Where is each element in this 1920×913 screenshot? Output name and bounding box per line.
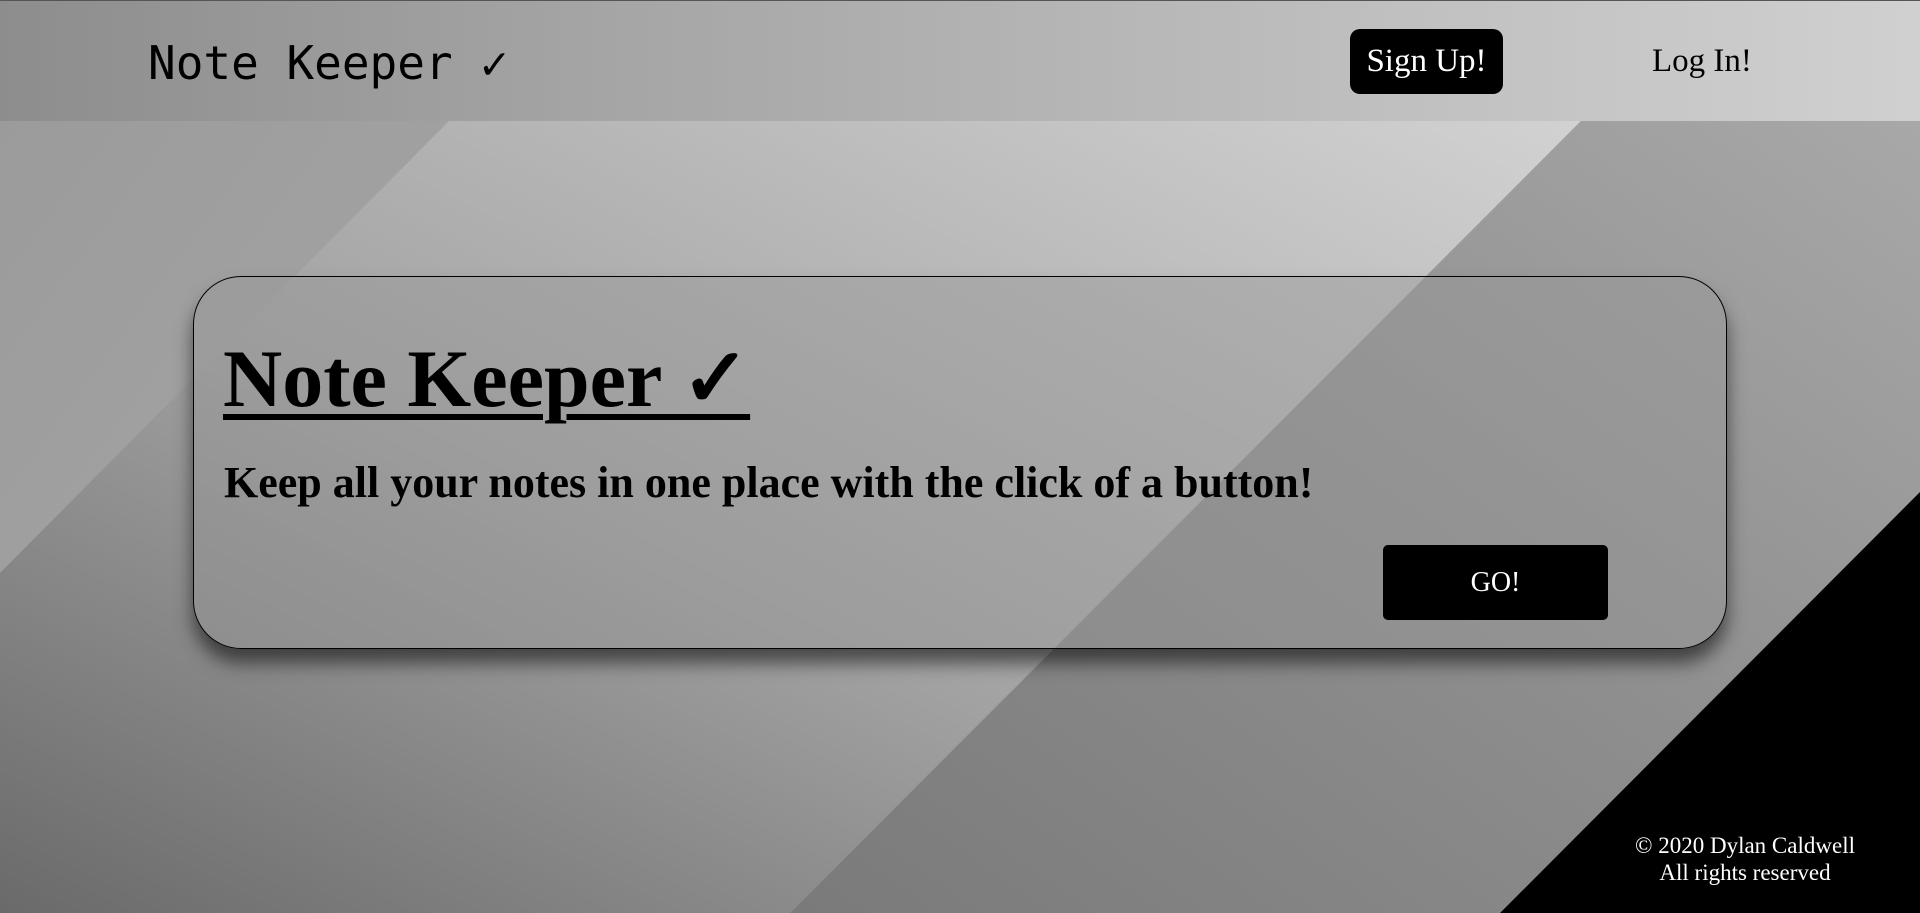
footer-rights: All rights reserved (1659, 860, 1831, 885)
hero-title: Note Keeper ✓ (223, 333, 751, 424)
go-button[interactable]: GO! (1383, 545, 1608, 620)
navbar: Note Keeper ✓ Sign Up! Log In! (0, 0, 1920, 121)
signup-button[interactable]: Sign Up! (1350, 29, 1503, 94)
hero-card: Note Keeper ✓ Keep all your notes in one… (193, 276, 1727, 649)
brand-logo[interactable]: Note Keeper ✓ (148, 33, 508, 93)
hero-subtitle: Keep all your notes in one place with th… (224, 458, 1314, 507)
login-link[interactable]: Log In! (1652, 39, 1752, 83)
footer: © 2020 Dylan Caldwell All rights reserve… (1600, 832, 1890, 886)
footer-copyright: © 2020 Dylan Caldwell (1635, 833, 1855, 858)
